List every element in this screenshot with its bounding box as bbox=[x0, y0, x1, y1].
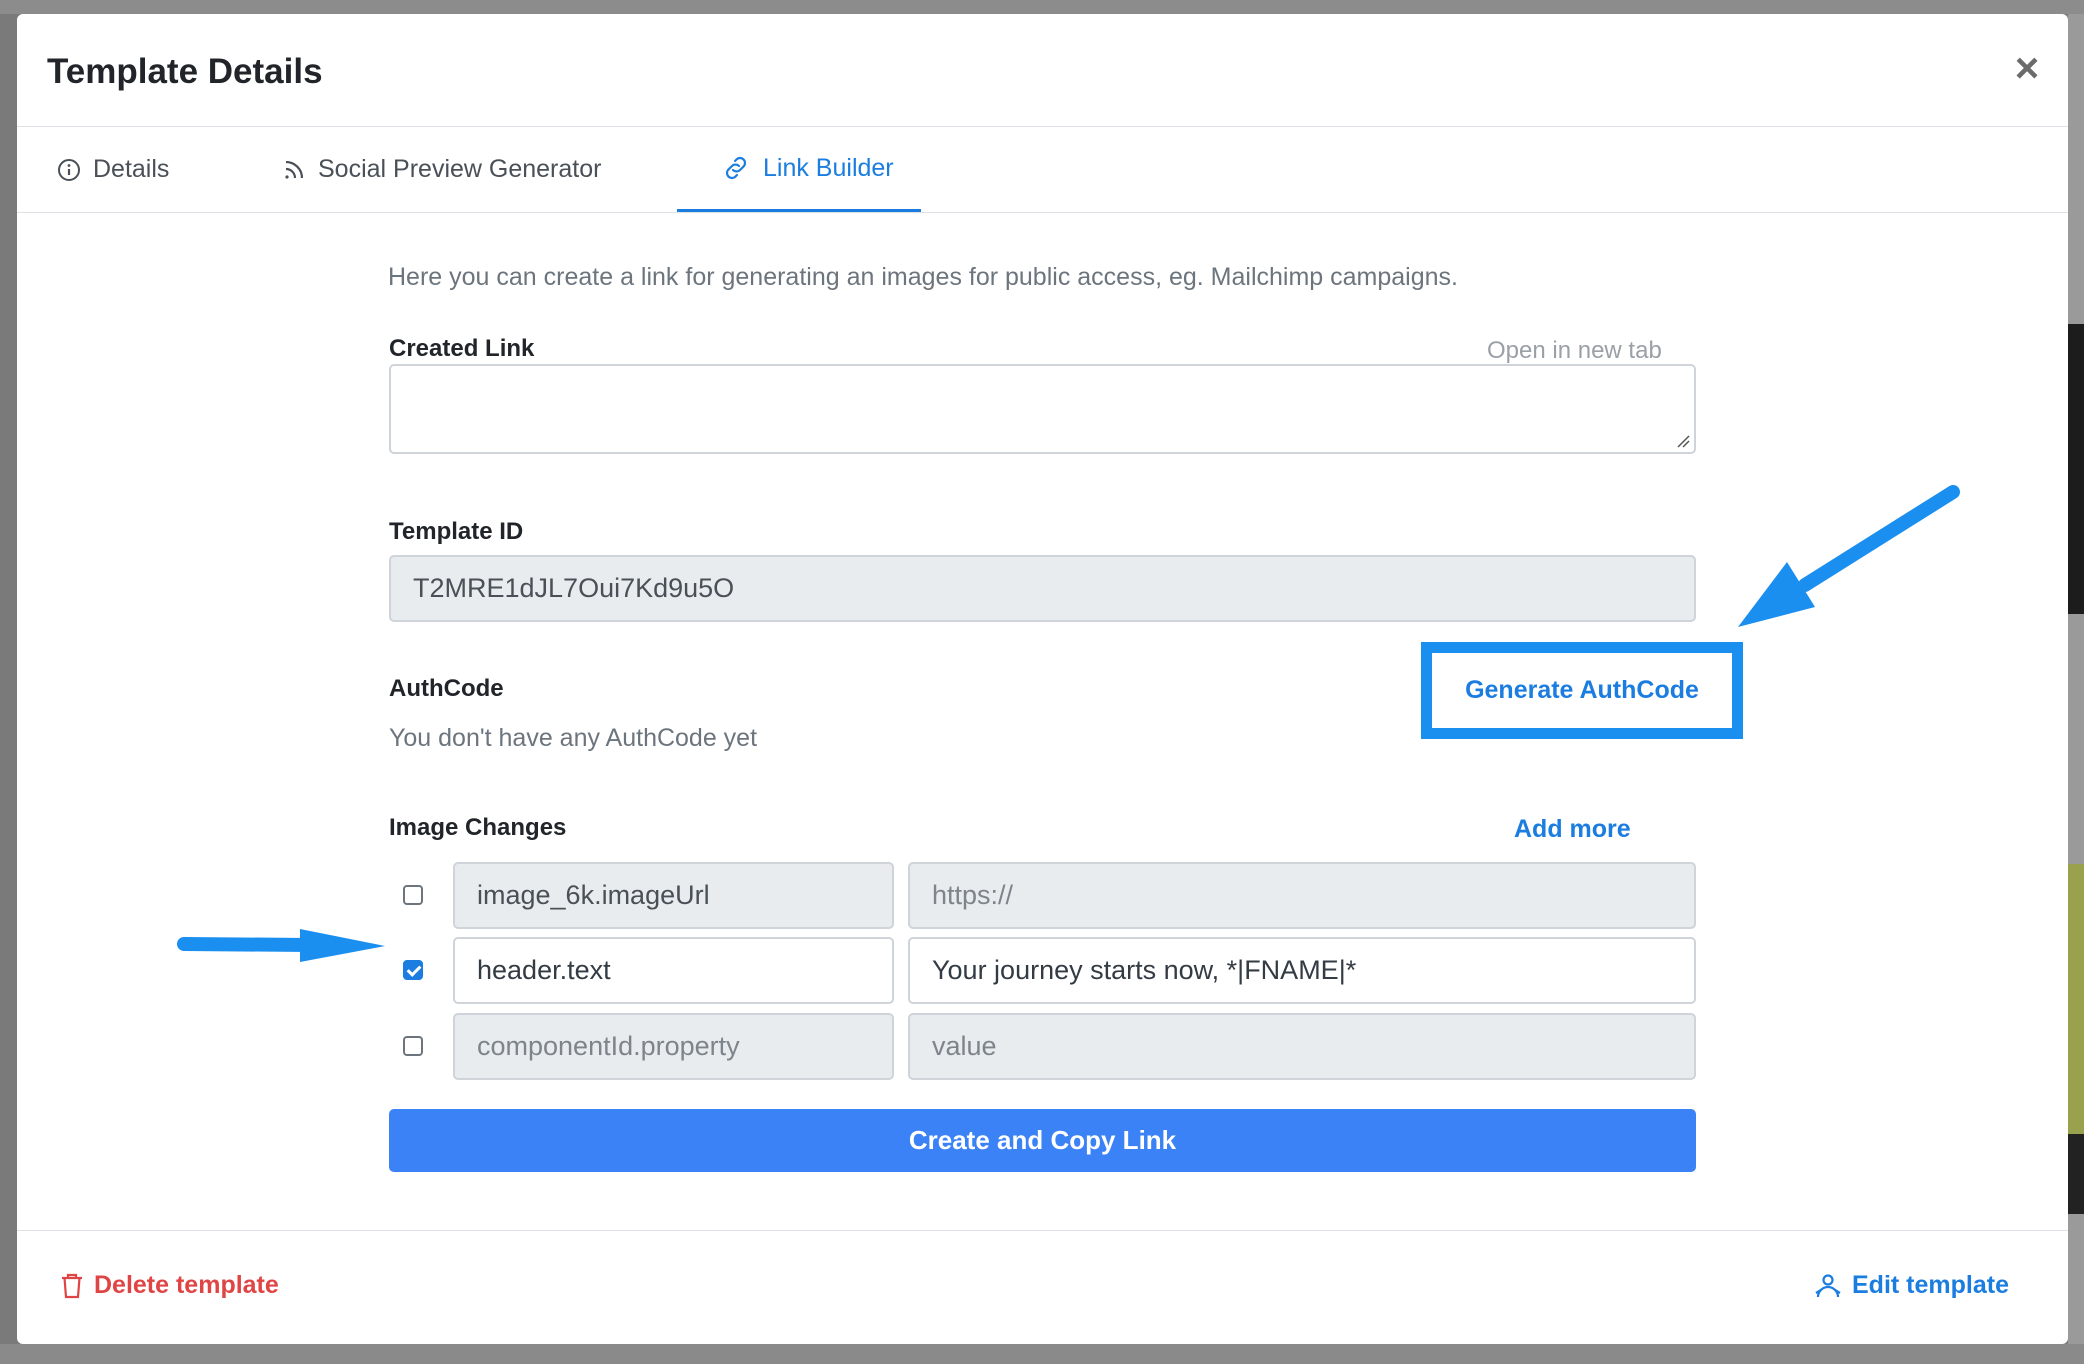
arrow-to-checked-row-icon bbox=[177, 929, 385, 962]
annotation-arrows bbox=[177, 485, 1960, 962]
arrow-to-generate-authcode-icon bbox=[1738, 485, 1960, 627]
